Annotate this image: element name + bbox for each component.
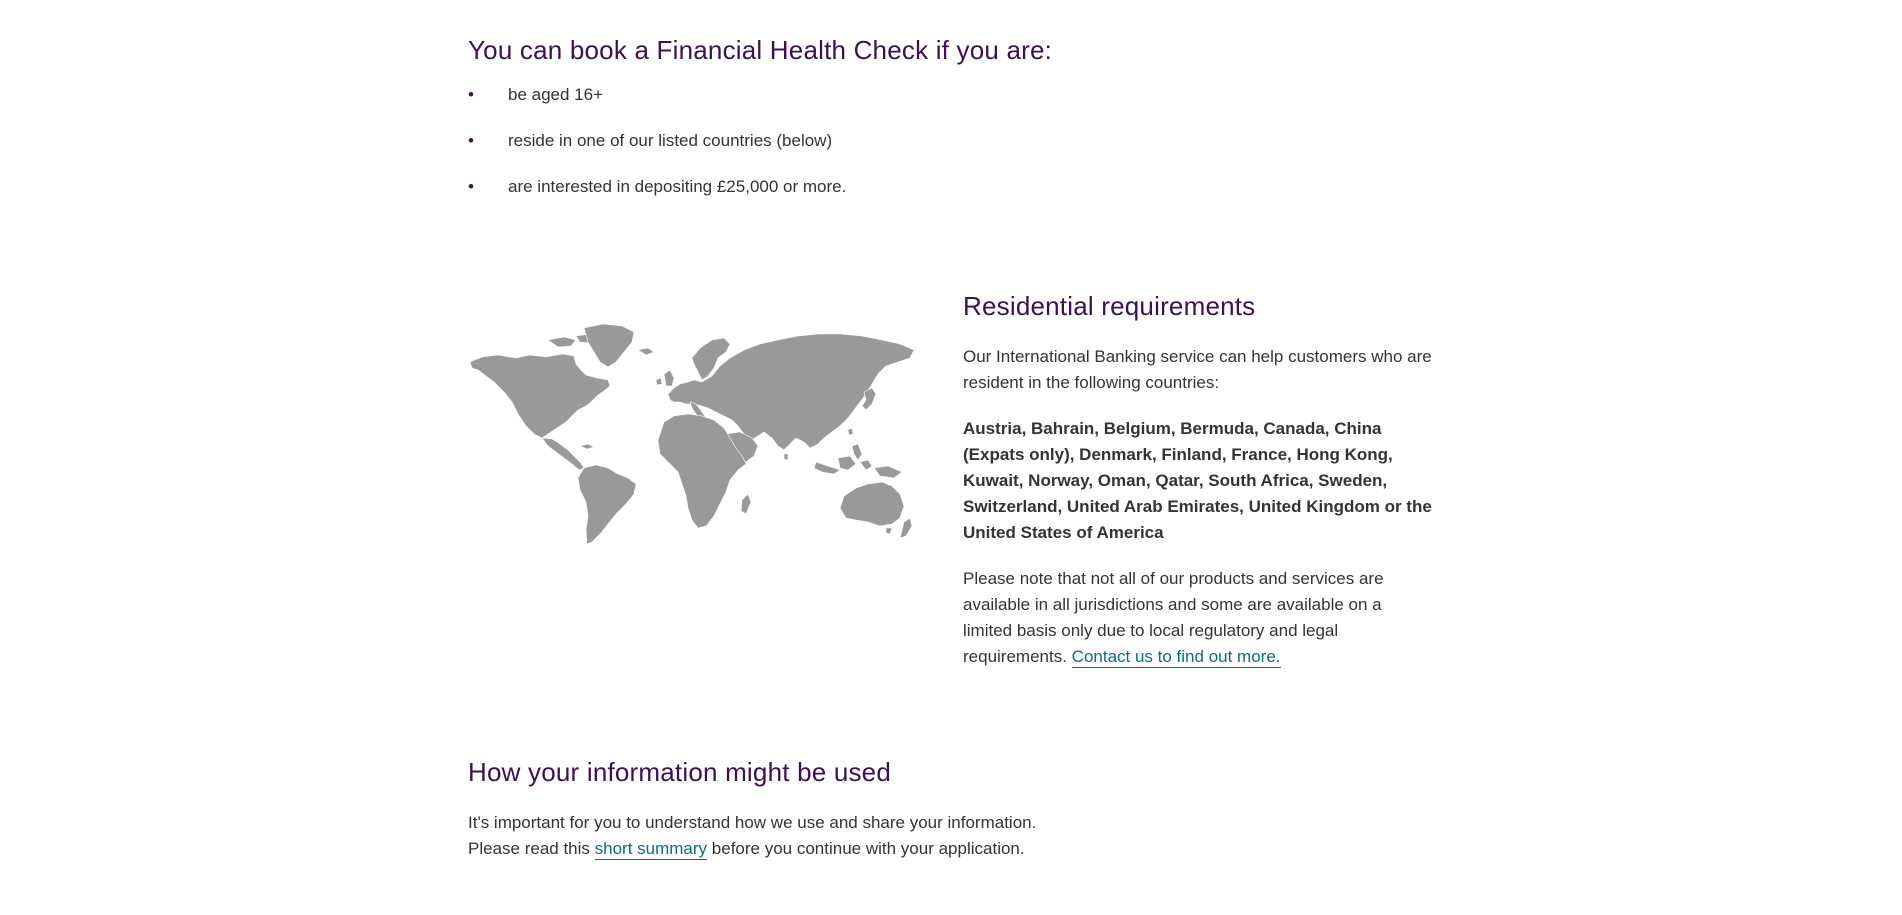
information-line-1: It's important for you to understand how… xyxy=(468,813,1037,832)
list-item: • be aged 16+ xyxy=(468,84,1468,130)
list-item: • reside in one of our listed countries … xyxy=(468,130,1468,176)
information-text: It's important for you to understand how… xyxy=(468,810,1468,862)
eligibility-list: • be aged 16+ • reside in one of our lis… xyxy=(468,84,1468,222)
list-item-text: are interested in depositing £25,000 or … xyxy=(508,177,847,196)
residential-section: Residential requirements Our Internation… xyxy=(963,290,1433,670)
list-item: • are interested in depositing £25,000 o… xyxy=(468,176,1468,222)
countries-list: Austria, Bahrain, Belgium, Bermuda, Cana… xyxy=(963,419,1432,542)
availability-note: Please note that not all of our products… xyxy=(963,566,1433,670)
short-summary-link[interactable]: short summary xyxy=(594,839,708,860)
information-line-2-prefix: Please read this xyxy=(468,839,590,858)
residential-intro-text: Our International Banking service can he… xyxy=(963,347,1432,392)
residential-heading: Residential requirements xyxy=(963,291,1256,321)
information-section: How your information might be used It's … xyxy=(468,756,1468,862)
list-item-text: be aged 16+ xyxy=(508,85,604,104)
eligibility-section: You can book a Financial Health Check if… xyxy=(468,34,1468,222)
contact-us-link[interactable]: Contact us to find out more. xyxy=(1071,647,1281,668)
bullet-icon: • xyxy=(468,85,474,104)
information-heading: How your information might be used xyxy=(468,757,892,787)
information-line-2-suffix: before you continue with your applicatio… xyxy=(711,839,1025,858)
bullet-icon: • xyxy=(468,177,474,196)
bullet-icon: • xyxy=(468,131,474,150)
list-item-text: reside in one of our listed countries (b… xyxy=(508,131,833,150)
world-map-icon xyxy=(469,323,915,545)
eligibility-heading: You can book a Financial Health Check if… xyxy=(468,35,1053,65)
